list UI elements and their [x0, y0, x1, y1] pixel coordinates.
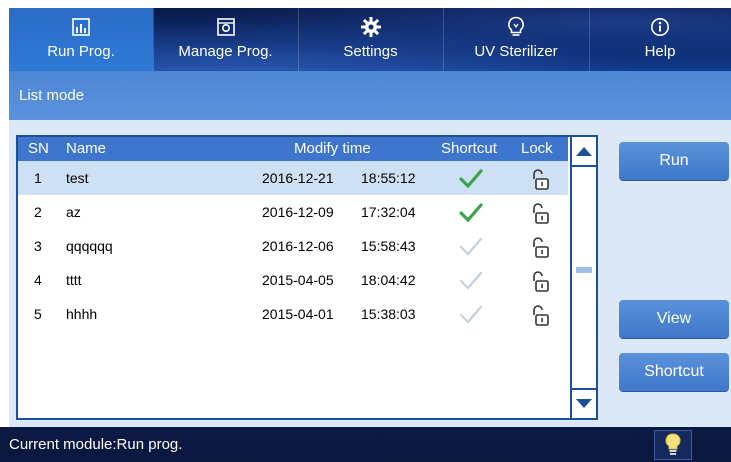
- mode-title-bar: List mode: [9, 71, 731, 120]
- row-name: tttt: [66, 272, 82, 288]
- info-icon: [650, 17, 670, 37]
- tab-label: Manage Prog.: [178, 43, 273, 60]
- table-row[interactable]: 5 hhhh 2015-04-01 15:38:03: [18, 297, 568, 331]
- shortcut-check-icon[interactable]: [458, 235, 484, 259]
- mode-title: List mode: [19, 87, 85, 104]
- unlocked-padlock-icon[interactable]: [528, 303, 550, 327]
- tab-divider: [153, 8, 154, 71]
- row-time: 15:38:03: [361, 306, 416, 322]
- row-sn: 2: [34, 204, 42, 220]
- scroll-down-button[interactable]: [572, 388, 596, 418]
- row-date: 2016-12-09: [262, 204, 334, 220]
- row-time: 17:32:04: [361, 204, 416, 220]
- uv-bulb-icon: [507, 16, 525, 37]
- triangle-down-icon: [576, 399, 592, 408]
- top-navigation: Run Prog. Manage Prog. Settings UV Steri…: [9, 8, 731, 71]
- program-list: SN Name Modify time Shortcut Lock 1 test…: [16, 135, 598, 420]
- unlocked-padlock-icon[interactable]: [528, 269, 550, 293]
- tab-divider: [589, 8, 590, 71]
- list-header: SN Name Modify time Shortcut Lock: [18, 137, 568, 161]
- tab-label: Run Prog.: [47, 43, 115, 60]
- row-date: 2015-04-01: [262, 306, 334, 322]
- run-button[interactable]: Run: [619, 142, 729, 180]
- row-time: 15:58:43: [361, 238, 416, 254]
- table-row[interactable]: 3 qqqqqq 2016-12-06 15:58:43: [18, 229, 568, 263]
- list-scrollbar[interactable]: [570, 137, 596, 418]
- light-toggle-button[interactable]: [654, 430, 692, 460]
- row-name: test: [66, 170, 89, 186]
- unlocked-padlock-icon[interactable]: [528, 235, 550, 259]
- row-time: 18:55:12: [361, 170, 416, 186]
- row-name: hhhh: [66, 306, 98, 322]
- tab-label: UV Sterilizer: [474, 43, 558, 60]
- table-row[interactable]: 1 test 2016-12-21 18:55:12: [18, 161, 568, 195]
- table-row[interactable]: 4 tttt 2015-04-05 18:04:42: [18, 263, 568, 297]
- gear-icon: [360, 17, 382, 37]
- header-sn: SN: [28, 140, 49, 157]
- manage-program-icon: [216, 17, 236, 37]
- row-date: 2016-12-06: [262, 238, 334, 254]
- triangle-up-icon: [576, 147, 592, 156]
- light-bulb-icon: [665, 433, 681, 455]
- header-modify-time: Modify time: [294, 140, 371, 157]
- row-date: 2015-04-05: [262, 272, 334, 288]
- tab-manage-prog[interactable]: Manage Prog.: [153, 8, 298, 71]
- unlocked-padlock-icon[interactable]: [528, 167, 550, 191]
- tab-run-prog[interactable]: Run Prog.: [9, 8, 153, 71]
- unlocked-padlock-icon[interactable]: [528, 201, 550, 225]
- row-sn: 1: [34, 170, 42, 186]
- shortcut-check-icon[interactable]: [458, 167, 484, 191]
- row-time: 18:04:42: [361, 272, 416, 288]
- tab-divider: [298, 8, 299, 71]
- tab-uv-sterilizer[interactable]: UV Sterilizer: [443, 8, 589, 71]
- header-shortcut: Shortcut: [441, 140, 497, 157]
- row-sn: 4: [34, 272, 42, 288]
- status-text: Current module:Run prog.: [9, 436, 183, 453]
- row-sn: 3: [34, 238, 42, 254]
- shortcut-button[interactable]: Shortcut: [619, 353, 729, 391]
- run-program-icon: [71, 17, 91, 37]
- shortcut-check-icon[interactable]: [458, 201, 484, 225]
- header-lock: Lock: [521, 140, 553, 157]
- tab-help[interactable]: Help: [589, 8, 731, 71]
- header-name: Name: [66, 140, 107, 157]
- row-date: 2016-12-21: [262, 170, 334, 186]
- tab-settings[interactable]: Settings: [298, 8, 443, 71]
- scroll-up-button[interactable]: [572, 137, 596, 167]
- scroll-thumb[interactable]: [576, 267, 592, 273]
- view-button[interactable]: View: [619, 300, 729, 338]
- shortcut-check-icon[interactable]: [458, 303, 484, 327]
- tab-divider: [443, 8, 444, 71]
- tab-label: Settings: [343, 43, 398, 60]
- shortcut-check-icon[interactable]: [458, 269, 484, 293]
- table-row[interactable]: 2 az 2016-12-09 17:32:04: [18, 195, 568, 229]
- tab-label: Help: [644, 43, 676, 60]
- row-name: qqqqqq: [66, 238, 113, 254]
- status-bar: Current module:Run prog.: [0, 427, 731, 462]
- row-sn: 5: [34, 306, 42, 322]
- row-name: az: [66, 204, 81, 220]
